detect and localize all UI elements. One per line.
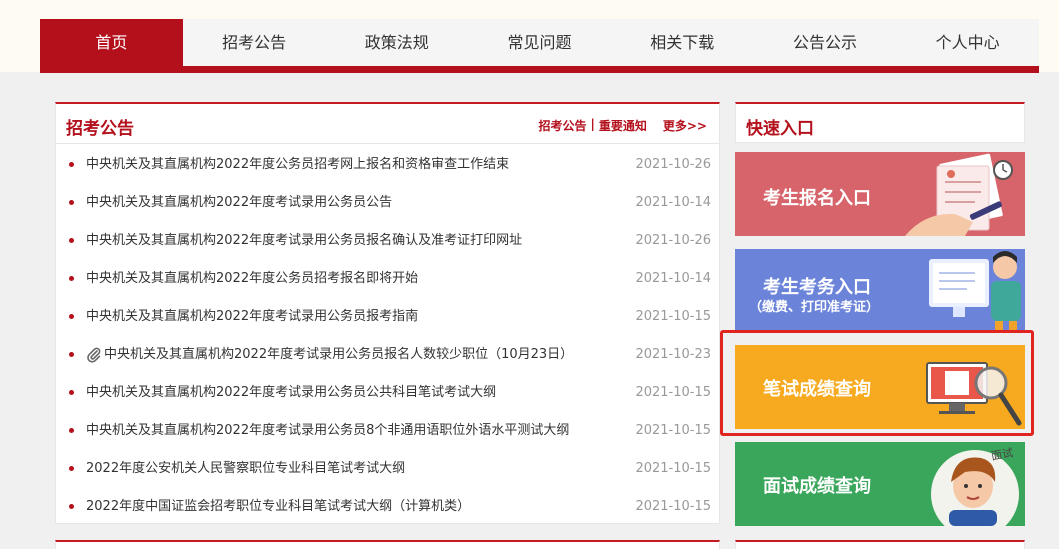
- bullet-icon: [69, 352, 74, 357]
- nav-personal-center[interactable]: 个人中心: [896, 19, 1039, 66]
- nav-public-notice[interactable]: 公告公示: [754, 19, 897, 66]
- exam-affairs-entry-button[interactable]: 考生考务入口 （缴费、打印准考证）: [735, 249, 1025, 333]
- tile-label: 考生报名入口: [763, 188, 871, 209]
- bullet-icon: [69, 428, 74, 433]
- news-date: 2021-10-23: [635, 347, 711, 362]
- news-date: 2021-10-15: [635, 385, 711, 400]
- nav-faq[interactable]: 常见问题: [468, 19, 611, 66]
- list-item[interactable]: 中央机关及其直属机构2022年度考试录用公务员公告 2021-10-14: [56, 190, 721, 228]
- nav-policy[interactable]: 政策法规: [325, 19, 468, 66]
- registration-entry-button[interactable]: 考生报名入口: [735, 152, 1025, 236]
- news-list: 中央机关及其直属机构2022年度公务员招考网上报名和资格审查工作结束 2021-1…: [56, 152, 721, 532]
- written-score-query-button[interactable]: 笔试成绩查询: [735, 345, 1025, 429]
- news-title[interactable]: 中央机关及其直属机构2022年度考试录用公务员公共科目笔试考试大纲: [86, 385, 496, 400]
- news-date: 2021-10-26: [635, 157, 711, 172]
- next-panel-right: [735, 540, 1025, 549]
- computer-user-icon: [929, 251, 1021, 333]
- list-item[interactable]: 2022年度中国证监会招考职位专业科目笔试考试大纲（计算机类） 2021-10-1…: [56, 494, 721, 532]
- news-title[interactable]: 中央机关及其直属机构2022年度公务员招考网上报名和资格审查工作结束: [86, 157, 509, 172]
- bullet-icon: [69, 390, 74, 395]
- news-title[interactable]: 中央机关及其直属机构2022年度考试录用公务员报名人数较少职位（10月23日）: [104, 347, 573, 362]
- list-item[interactable]: 中央机关及其直属机构2022年度考试录用公务员报考指南 2021-10-15: [56, 304, 721, 342]
- news-title[interactable]: 中央机关及其直属机构2022年度考试录用公务员报名确认及准考证打印网址: [86, 233, 522, 248]
- news-date: 2021-10-14: [635, 271, 711, 286]
- paperclip-icon: [87, 347, 101, 363]
- news-title[interactable]: 中央机关及其直属机构2022年度考试录用公务员报考指南: [86, 309, 418, 324]
- quick-entry-title: 快速入口: [746, 119, 814, 139]
- bullet-icon: [69, 466, 74, 471]
- more-link[interactable]: 更多>>: [663, 117, 707, 134]
- news-title[interactable]: 中央机关及其直属机构2022年度公务员招考报名即将开始: [86, 271, 418, 286]
- news-date: 2021-10-15: [635, 499, 711, 514]
- announcements-panel: 招考公告 招考公告 | 重要通知 更多>> 中央机关及其直属机构2022年度公务…: [55, 102, 720, 524]
- announcements-title: 招考公告: [66, 119, 134, 139]
- news-date: 2021-10-26: [635, 233, 711, 248]
- list-item[interactable]: 中央机关及其直属机构2022年度公务员招考报名即将开始 2021-10-14: [56, 266, 721, 304]
- link-recruitment[interactable]: 招考公告: [538, 117, 586, 134]
- nav-home[interactable]: 首页: [40, 19, 183, 66]
- news-date: 2021-10-15: [635, 423, 711, 438]
- tile-label: 面试成绩查询: [763, 476, 871, 497]
- tile-sublabel: （缴费、打印准考证）: [749, 300, 880, 315]
- bullet-icon: [69, 238, 74, 243]
- bullet-icon: [69, 504, 74, 509]
- list-item[interactable]: 中央机关及其直属机构2022年度考试录用公务员公共科目笔试考试大纲 2021-10…: [56, 380, 721, 418]
- list-item[interactable]: 中央机关及其直属机构2022年度公务员招考网上报名和资格审查工作结束 2021-1…: [56, 152, 721, 190]
- list-item[interactable]: 中央机关及其直属机构2022年度考试录用公务员8个非通用语职位外语水平测试大纲 2…: [56, 418, 721, 456]
- list-item[interactable]: 中央机关及其直属机构2022年度考试录用公务员报名人数较少职位（10月23日） 2…: [56, 342, 721, 380]
- nav-downloads[interactable]: 相关下载: [611, 19, 754, 66]
- news-title[interactable]: 中央机关及其直属机构2022年度考试录用公务员8个非通用语职位外语水平测试大纲: [86, 423, 569, 438]
- interview-score-query-button[interactable]: 面试成绩查询 面试: [735, 442, 1025, 526]
- bullet-icon: [69, 314, 74, 319]
- list-item[interactable]: 中央机关及其直属机构2022年度考试录用公务员报名确认及准考证打印网址 2021-…: [56, 228, 721, 266]
- next-panel-left: [55, 540, 720, 549]
- announcements-header: 招考公告 招考公告 | 重要通知 更多>>: [56, 104, 719, 144]
- tile-label: 笔试成绩查询: [763, 379, 871, 400]
- application-form-icon: [905, 153, 1013, 236]
- list-item[interactable]: 2022年度公安机关人民警察职位专业科目笔试考试大纲 2021-10-15: [56, 456, 721, 494]
- announcements-links: 招考公告 | 重要通知 更多>>: [538, 117, 707, 134]
- news-title[interactable]: 2022年度中国证监会招考职位专业科目笔试考试大纲（计算机类）: [86, 499, 470, 514]
- news-title[interactable]: 中央机关及其直属机构2022年度考试录用公务员公告: [86, 195, 392, 210]
- bullet-icon: [69, 276, 74, 281]
- magnifier-screen-icon: [926, 362, 1022, 426]
- link-important-notice[interactable]: 重要通知: [599, 117, 647, 134]
- bullet-icon: [69, 200, 74, 205]
- news-date: 2021-10-14: [635, 195, 711, 210]
- main-nav: 首页 招考公告 政策法规 常见问题 相关下载 公告公示 个人中心: [40, 19, 1039, 73]
- link-separator: |: [590, 117, 595, 131]
- quick-entry-header: 快速入口: [735, 102, 1025, 143]
- news-date: 2021-10-15: [635, 461, 711, 476]
- nav-recruitment[interactable]: 招考公告: [183, 19, 326, 66]
- news-date: 2021-10-15: [635, 309, 711, 324]
- news-title[interactable]: 2022年度公安机关人民警察职位专业科目笔试考试大纲: [86, 461, 405, 476]
- bullet-icon: [69, 162, 74, 167]
